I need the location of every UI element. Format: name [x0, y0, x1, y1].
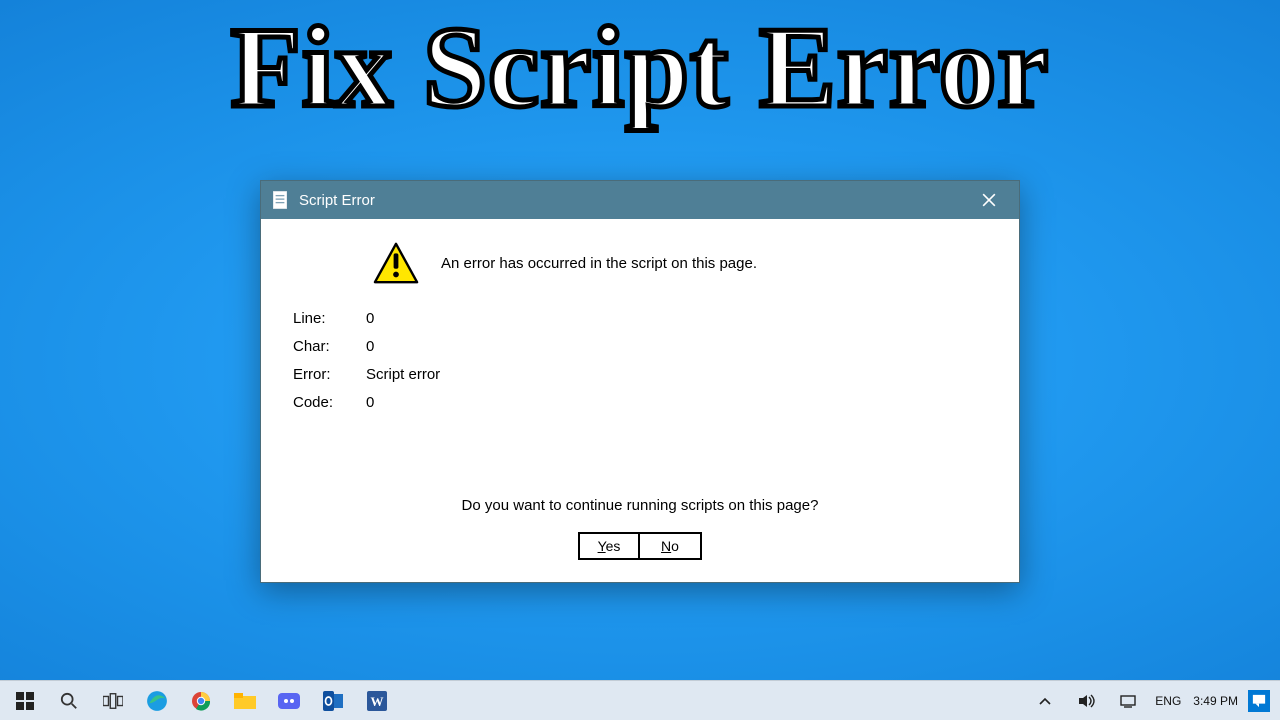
action-center-icon[interactable] [1248, 690, 1270, 712]
error-label: Error: [293, 361, 348, 389]
desktop: Fix Script Error Script Error [0, 0, 1280, 720]
discord-icon[interactable] [268, 681, 310, 720]
error-details: Line: 0 Char: 0 Error: Script error Code… [293, 305, 993, 417]
no-button[interactable]: No [640, 532, 702, 560]
volume-icon[interactable] [1071, 681, 1103, 720]
taskbar[interactable]: W ENG 3:49 PM [0, 680, 1280, 720]
tray-chevron-icon[interactable] [1029, 681, 1061, 720]
line-label: Line: [293, 305, 348, 333]
svg-text:W: W [371, 694, 384, 709]
dialog-buttons: YesNo [287, 532, 993, 560]
char-label: Char: [293, 333, 348, 361]
headline-text: Fix Script Error [0, 10, 1280, 125]
chrome-icon[interactable] [180, 681, 222, 720]
search-button[interactable] [48, 681, 90, 720]
code-label: Code: [293, 389, 348, 417]
error-value: Script error [366, 361, 440, 389]
document-icon [271, 191, 289, 209]
language-indicator[interactable]: ENG [1155, 694, 1181, 708]
dialog-titlebar[interactable]: Script Error [261, 181, 1019, 219]
clock[interactable]: 3:49 PM [1193, 694, 1238, 708]
outlook-icon[interactable] [312, 681, 354, 720]
yes-button[interactable]: Yes [578, 532, 640, 560]
task-view-button[interactable] [92, 681, 134, 720]
start-button[interactable] [4, 681, 46, 720]
network-icon[interactable] [1113, 681, 1145, 720]
code-value: 0 [366, 389, 374, 417]
file-explorer-icon[interactable] [224, 681, 266, 720]
continue-prompt: Do you want to continue running scripts … [287, 497, 993, 514]
edge-icon[interactable] [136, 681, 178, 720]
char-value: 0 [366, 333, 374, 361]
warning-icon [373, 241, 419, 285]
dialog-title: Script Error [299, 192, 969, 209]
line-value: 0 [366, 305, 374, 333]
close-button[interactable] [969, 181, 1009, 219]
script-error-dialog: Script Error An error has occurred in th [260, 180, 1020, 583]
word-icon[interactable]: W [356, 681, 398, 720]
dialog-body: An error has occurred in the script on t… [261, 219, 1019, 582]
error-message: An error has occurred in the script on t… [441, 255, 757, 272]
